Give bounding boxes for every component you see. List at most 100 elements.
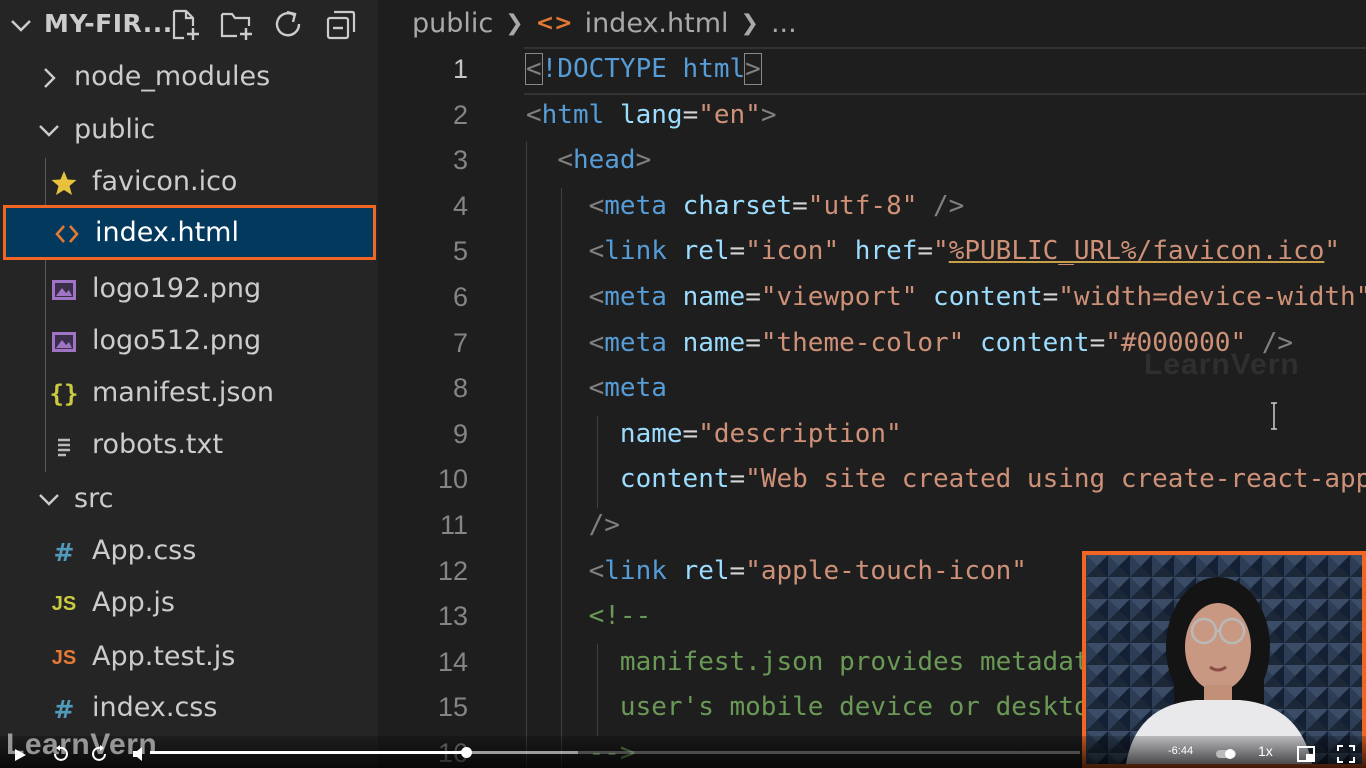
tree-folder-node-modules[interactable]: node_modules <box>0 52 378 104</box>
text-cursor-icon <box>1271 402 1277 430</box>
code-token: < <box>525 53 543 85</box>
star-icon <box>48 167 80 199</box>
code-token: meta <box>604 190 667 221</box>
time-remaining: -6:44 <box>1168 745 1194 757</box>
autoplay-toggle-icon[interactable] <box>1214 744 1238 764</box>
code-token: content <box>933 282 1043 312</box>
breadcrumb-folder[interactable]: public <box>412 8 493 39</box>
refresh-icon[interactable] <box>270 6 308 44</box>
code-token: < <box>588 373 605 404</box>
tree-item-label: index.css <box>92 692 218 723</box>
code-line[interactable]: 6 <meta name="viewport" content="width=d… <box>378 276 1366 322</box>
code-text: user's mobile device or desktop <box>526 692 1105 722</box>
code-line[interactable]: 2 <html lang="en"> <box>378 94 1366 140</box>
code-token: name <box>682 282 746 312</box>
forward-icon[interactable] <box>90 744 110 764</box>
code-token: < <box>588 555 605 586</box>
code-token: = <box>745 327 761 358</box>
image-icon <box>48 326 80 358</box>
picture-in-picture-icon[interactable] <box>1296 744 1316 764</box>
volume-icon[interactable] <box>130 744 150 764</box>
css-hash-icon: # <box>53 694 75 724</box>
code-token: content <box>980 327 1090 358</box>
code-line[interactable]: 5 <link rel="icon" href="%PUBLIC_URL%/fa… <box>378 230 1366 276</box>
code-line[interactable]: 10 content="Web site created using creat… <box>378 458 1366 504</box>
code-token: = <box>1042 282 1059 312</box>
tree-item-label: App.test.js <box>92 641 236 672</box>
tree-file-index-html[interactable]: index.html <box>3 205 376 260</box>
tree-file-robots-txt[interactable]: robots.txt <box>0 420 378 472</box>
fullscreen-icon[interactable] <box>1336 744 1356 764</box>
chevron-down-icon <box>39 494 59 506</box>
code-token: "apple-touch-icon" <box>745 555 1027 586</box>
code-token: manifest.json provides metadata <box>619 646 1106 677</box>
html-code-icon <box>51 218 83 250</box>
tree-item-label: public <box>74 114 156 145</box>
tree-file-logo512[interactable]: logo512.png <box>0 316 378 368</box>
tree-folder-src[interactable]: src <box>0 474 378 526</box>
rewind-icon[interactable] <box>50 744 70 764</box>
breadcrumb-more[interactable]: ... <box>771 8 797 39</box>
new-file-icon[interactable] <box>166 6 204 44</box>
code-token: link <box>604 236 667 267</box>
code-line[interactable]: 1 <!DOCTYPE html> <box>378 48 1366 94</box>
line-number: 3 <box>452 145 468 176</box>
new-folder-icon[interactable] <box>218 6 256 44</box>
tree-item-label: App.css <box>92 535 197 566</box>
code-token: = <box>729 236 746 267</box>
code-line[interactable]: 9 name="description" <box>378 413 1366 459</box>
tree-file-app-js[interactable]: JS App.js <box>0 578 378 630</box>
code-token: lang <box>619 99 683 130</box>
tree-folder-public[interactable]: public <box>0 105 378 157</box>
code-token: head <box>572 145 636 176</box>
code-token: "theme-color" <box>760 327 965 358</box>
code-text: content="Web site created using create-r… <box>526 464 1366 494</box>
tree-file-logo192[interactable]: logo192.png <box>0 264 378 316</box>
code-token: = <box>917 236 934 267</box>
tree-file-app-test-js[interactable]: JS App.test.js <box>0 632 378 684</box>
code-token: html <box>682 54 746 84</box>
code-token: " <box>1324 236 1341 267</box>
breadcrumb-file[interactable]: index.html <box>585 8 729 39</box>
code-text: manifest.json provides metadata <box>526 647 1105 677</box>
code-token: href <box>854 236 918 267</box>
tree-item-label: src <box>74 483 114 514</box>
line-number: 5 <box>452 236 468 267</box>
line-number: 14 <box>437 646 468 677</box>
tree-file-favicon[interactable]: favicon.ico <box>0 157 378 209</box>
code-line[interactable]: 3 <head> <box>378 139 1366 185</box>
code-token: "icon" <box>745 236 840 267</box>
explorer-header[interactable]: MY-FIR... <box>0 0 378 52</box>
collapse-all-icon[interactable] <box>322 6 360 44</box>
play-icon[interactable] <box>10 745 30 765</box>
line-number: 11 <box>439 510 468 540</box>
playback-speed[interactable]: 1x <box>1258 743 1273 759</box>
code-line[interactable]: 11 /> <box>378 504 1366 550</box>
code-token: < <box>557 145 573 176</box>
tree-file-manifest-json[interactable]: {} manifest.json <box>0 368 378 420</box>
tree-file-app-css[interactable]: # App.css <box>0 526 378 578</box>
tree-item-label: favicon.ico <box>92 166 238 197</box>
code-line[interactable]: 4 <meta charset="utf-8" /> <box>378 185 1366 231</box>
js-icon: JS <box>51 592 77 615</box>
tree-item-label: index.html <box>95 217 239 248</box>
code-token: = <box>682 418 699 449</box>
explorer-actions <box>166 6 360 46</box>
code-text: <!-- <box>526 601 652 631</box>
code-text: <link rel="icon" href="%PUBLIC_URL%/favi… <box>526 236 1340 266</box>
chevron-down-icon[interactable] <box>8 10 34 40</box>
code-text: <html lang="en"> <box>526 100 777 130</box>
image-icon <box>48 274 80 306</box>
